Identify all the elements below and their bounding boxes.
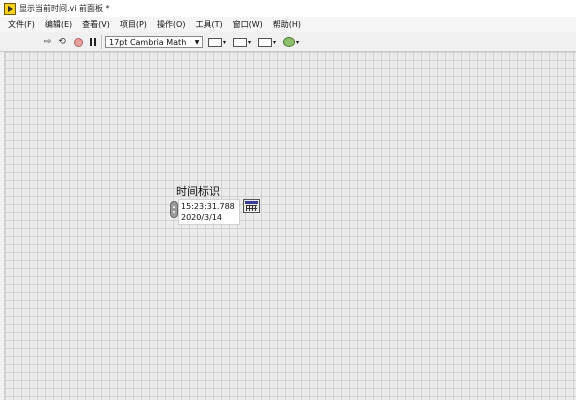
resize-objects-button[interactable]: ▾ [258,36,276,48]
toolbar: ⇨ ⟲ 17pt Cambria Math ▼ ▾ ▾ ▾ ▾ [0,32,576,52]
menu-help[interactable]: 帮助(H) [268,19,306,30]
reorder-icon [283,37,295,47]
calendar-icon[interactable] [243,199,260,213]
distribute-objects-icon [233,37,247,47]
menu-window[interactable]: 窗口(W) [228,19,268,30]
increment-decrement-icon[interactable] [170,201,178,218]
timestamp-label: 时间标识 [176,185,220,198]
chevron-down-icon: ▾ [223,38,227,46]
align-objects-icon [208,37,222,47]
pause-icon[interactable] [88,36,98,48]
text-settings-dropdown[interactable]: 17pt Cambria Math ▼ [105,36,203,48]
timestamp-date: 2020/3/14 [181,213,223,222]
chevron-down-icon: ▼ [194,38,200,46]
timestamp-input[interactable]: 15:23:31.788 2020/3/14 [178,199,240,225]
reorder-button[interactable]: ▾ [283,36,299,48]
timestamp-time: 15:23:31.788 [181,202,235,211]
distribute-objects-button[interactable]: ▾ [233,36,251,48]
labview-vi-icon [4,2,16,15]
front-panel-canvas[interactable] [5,52,576,400]
toolbar-separator [101,35,102,49]
menu-view[interactable]: 查看(V) [77,19,115,30]
abort-execution-icon[interactable] [72,36,84,48]
window-title: 显示当前时间.vi 前面板 * [19,4,110,13]
chevron-down-icon: ▾ [296,38,300,46]
menu-edit[interactable]: 编辑(E) [40,19,77,30]
run-arrow-icon[interactable]: ⇨ [42,36,53,48]
align-objects-button[interactable]: ▾ [208,36,226,48]
run-continuously-icon[interactable]: ⟲ [56,36,68,48]
chevron-down-icon: ▾ [273,38,277,46]
font-setting-value: 17pt Cambria Math [109,37,187,47]
chevron-down-icon: ▾ [248,38,252,46]
menu-project[interactable]: 项目(P) [115,19,152,30]
menu-operate[interactable]: 操作(O) [152,19,191,30]
title-bar: 显示当前时间.vi 前面板 * [0,0,576,17]
menu-bar: 文件(F) 编辑(E) 查看(V) 项目(P) 操作(O) 工具(T) 窗口(W… [0,17,576,32]
menu-tools[interactable]: 工具(T) [190,19,227,30]
resize-objects-icon [258,37,272,47]
menu-file[interactable]: 文件(F) [0,19,40,30]
